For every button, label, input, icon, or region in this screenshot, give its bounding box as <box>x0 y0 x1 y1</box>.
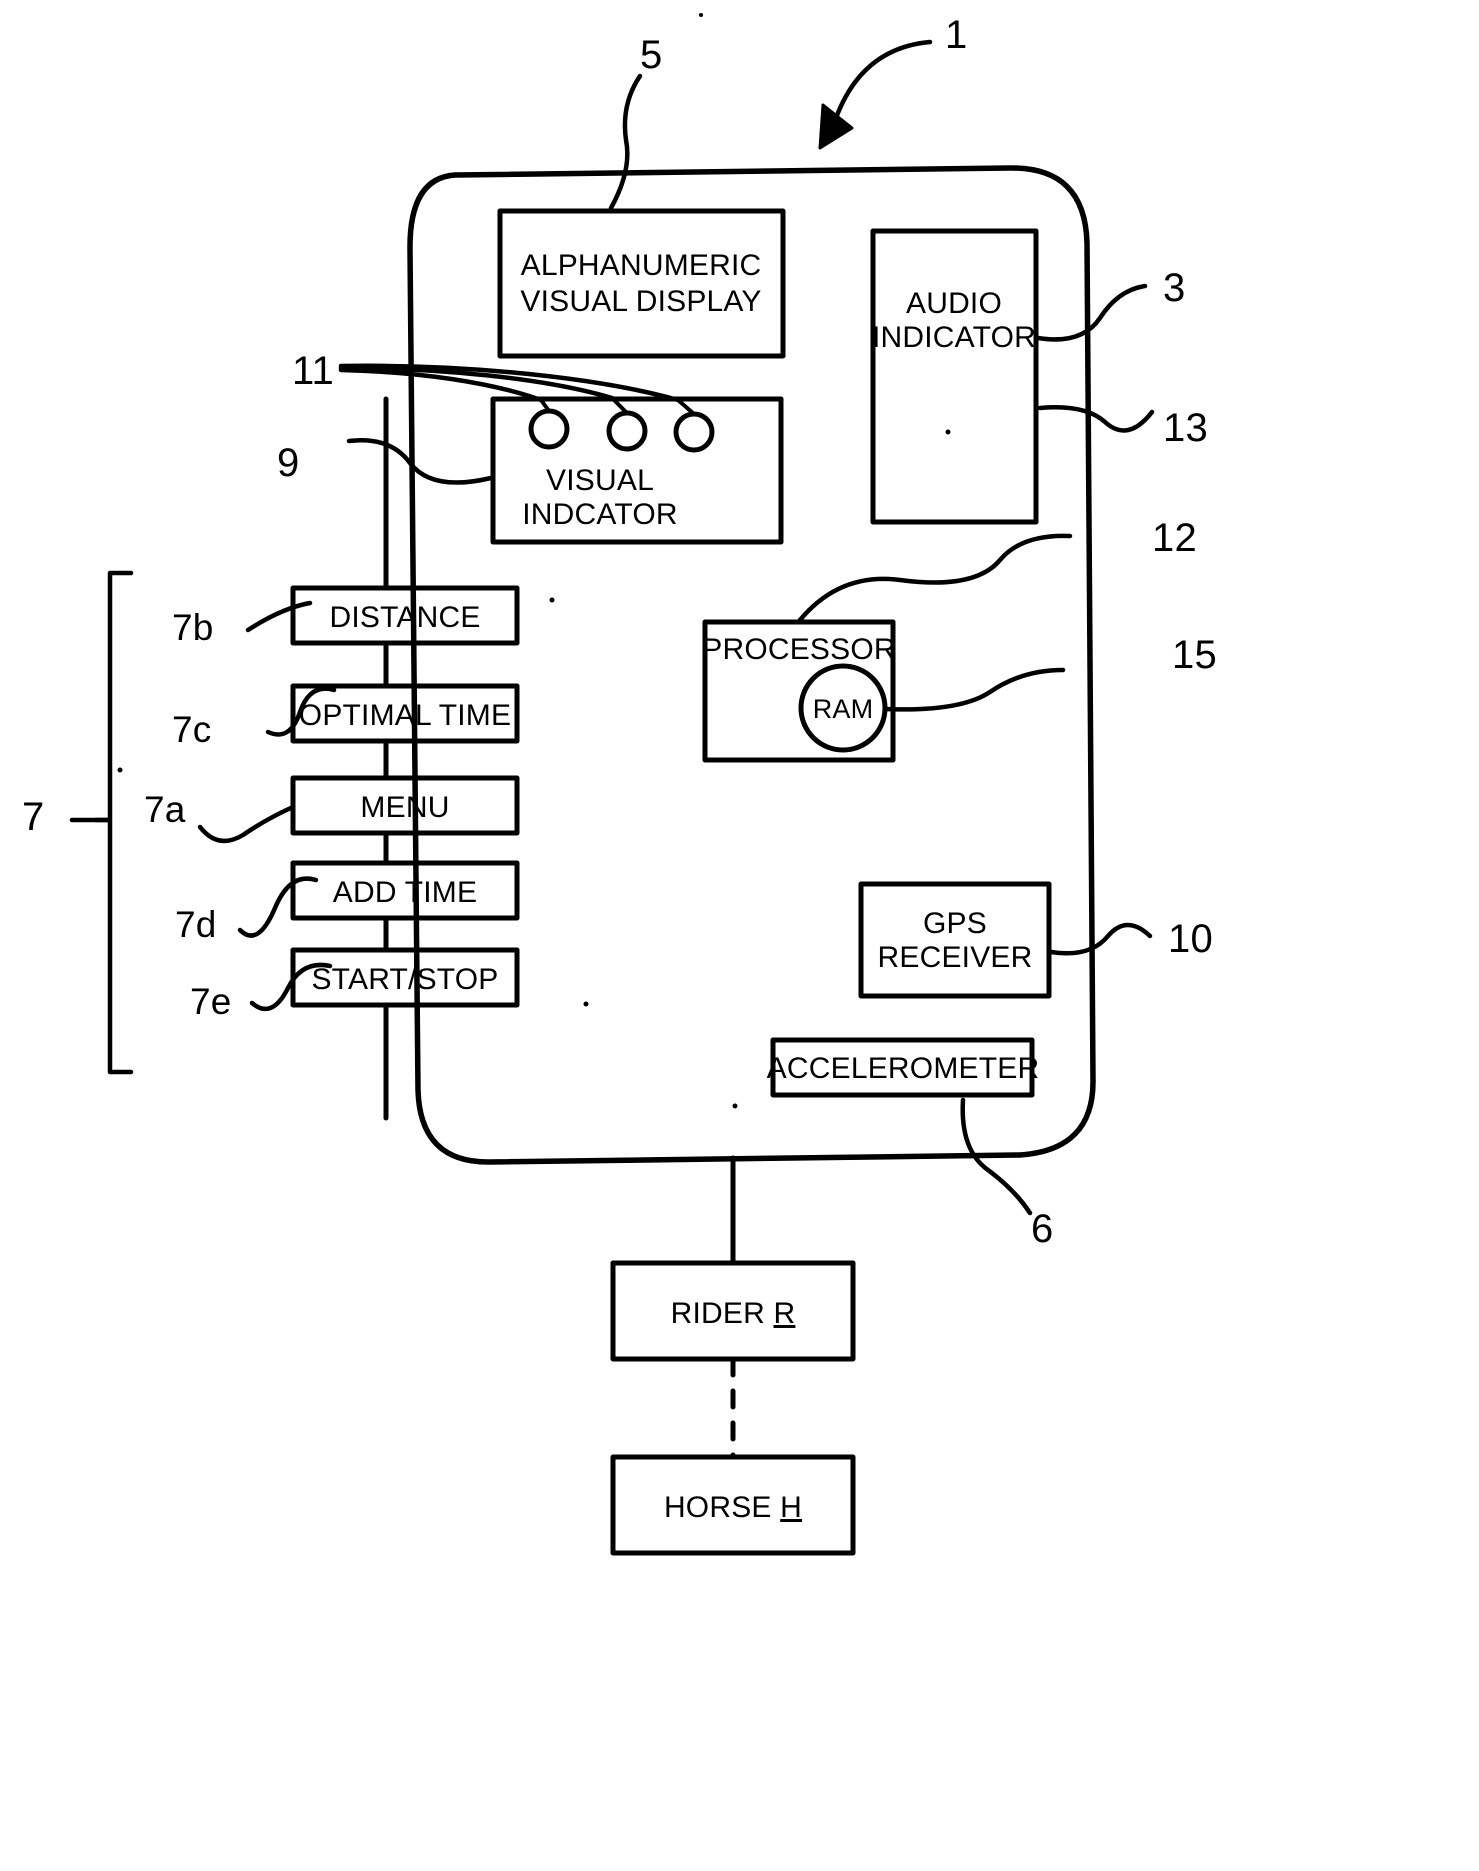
gps-receiver-line1: GPS <box>923 907 987 940</box>
alphanumeric-visual-display-line2: VISUAL DISPLAY <box>520 285 762 318</box>
leader-12 <box>797 533 1073 623</box>
ref-numeral-10: 10 <box>1168 917 1213 961</box>
audio-indicator-line2: INDICATOR <box>871 321 1037 354</box>
leader-7b <box>245 600 313 633</box>
ref-numeral-7c: 7c <box>172 709 212 750</box>
horse-label: HORSE <box>663 1491 772 1524</box>
ref-numeral-7b: 7b <box>172 607 214 648</box>
horse-label-group: HORSE H <box>664 1490 802 1525</box>
ref-numeral-9: 9 <box>277 441 300 485</box>
leader-5 <box>608 73 643 211</box>
indicator-lamp-1 <box>528 408 570 450</box>
ref-numeral-3: 3 <box>1163 266 1186 310</box>
ref-numeral-1: 1 <box>945 13 968 57</box>
leader-arrow-1-head <box>818 103 854 150</box>
scan-speck-3 <box>583 1001 589 1007</box>
ref-numeral-12: 12 <box>1152 516 1197 560</box>
scan-speck-5 <box>945 429 951 435</box>
rider-suffix: R <box>773 1297 796 1330</box>
ref-numeral-7: 7 <box>22 795 45 839</box>
button-label-add-time[interactable]: ADD TIME <box>333 875 477 910</box>
ref-numeral-7d: 7d <box>175 904 217 945</box>
rider-label: RIDER <box>670 1297 765 1330</box>
ref-numeral-15: 15 <box>1172 633 1217 677</box>
rider-label-group: RIDER R <box>671 1296 796 1331</box>
leader-10 <box>1048 922 1153 956</box>
gps-receiver-line2: RECEIVER <box>877 941 1033 974</box>
ref-numeral-7a: 7a <box>144 789 186 830</box>
ref-numeral-5: 5 <box>640 33 663 77</box>
audio-indicator-line1: AUDIO <box>905 287 1003 320</box>
scan-speck-6 <box>117 767 123 773</box>
visual-indicator-line2: INDCATOR <box>522 498 678 531</box>
ref-numeral-6: 6 <box>1031 1207 1054 1251</box>
ref-numeral-13: 13 <box>1163 406 1208 450</box>
ram-label: RAM <box>812 694 874 724</box>
leader-9 <box>346 438 494 485</box>
ref-numeral-7e: 7e <box>190 981 232 1022</box>
ref-numeral-11: 11 <box>292 349 334 393</box>
alphanumeric-visual-display-line1: ALPHANUMERIC <box>520 249 762 282</box>
leader-13 <box>1037 405 1155 433</box>
leader-7a <box>197 804 296 844</box>
accelerometer-label: ACCELEROMETER <box>766 1052 1040 1085</box>
indicator-lamp-3 <box>673 411 715 453</box>
patent-figure-sheet: 1 5 ALPHANUMERIC VISUAL DISPLAY AUDIO IN… <box>0 0 1479 1871</box>
leader-arrow-1 <box>833 39 933 121</box>
lamp-stem-3 <box>676 398 696 416</box>
audio-indicator-box <box>870 228 1039 525</box>
button-label-optimal-time[interactable]: OPTIMAL TIME <box>299 698 511 733</box>
button-label-distance[interactable]: DISTANCE <box>329 600 480 635</box>
indicator-lamp-2 <box>606 410 648 452</box>
horse-suffix: H <box>780 1491 803 1524</box>
leader-7d <box>237 876 319 938</box>
scan-speck-1 <box>699 13 703 17</box>
scan-speck-2 <box>549 597 555 603</box>
leader-3 <box>1035 283 1148 342</box>
button-label-start-stop[interactable]: START/STOP <box>311 962 498 997</box>
button-label-menu[interactable]: MENU <box>360 790 449 825</box>
processor-label: PROCESSOR <box>702 633 896 666</box>
visual-indicator-line1: VISUAL <box>546 464 654 497</box>
leader-15 <box>883 667 1066 712</box>
scan-speck-4 <box>732 1103 738 1109</box>
group-bracket-7 <box>93 570 134 1075</box>
